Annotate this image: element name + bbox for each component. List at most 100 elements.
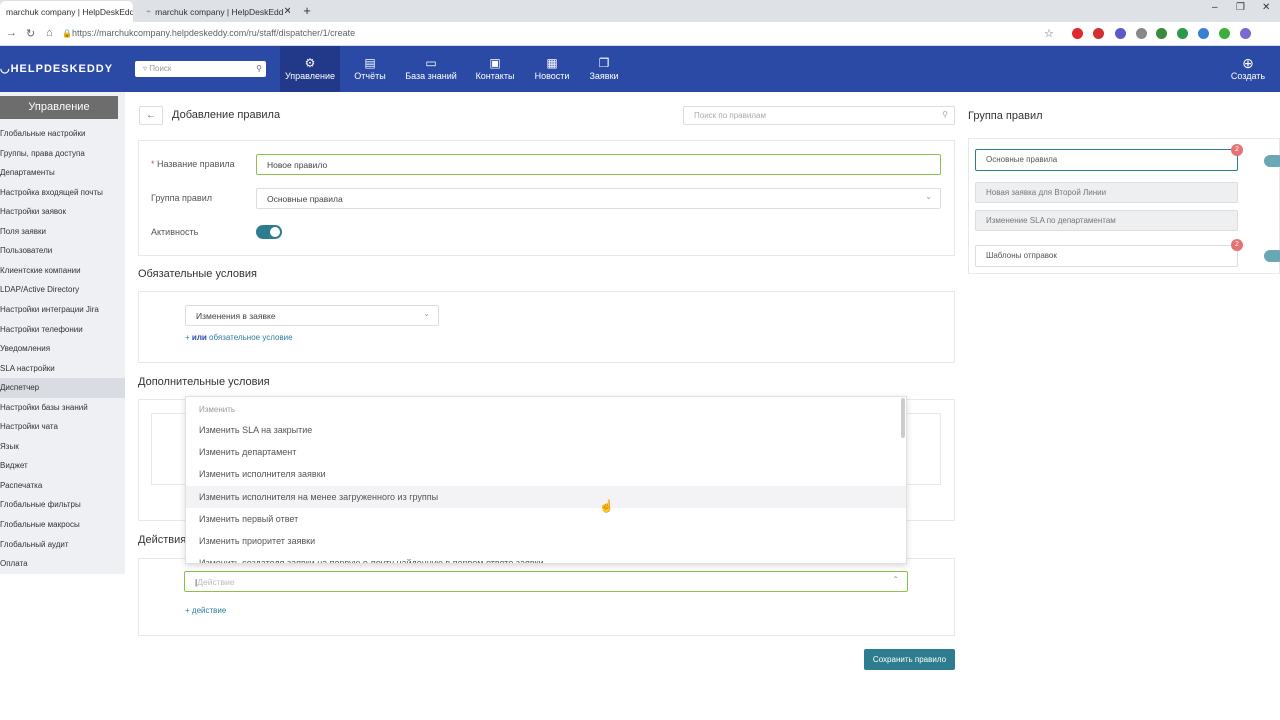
opera-icon[interactable] [1072, 28, 1083, 39]
dropdown-scrollbar[interactable] [901, 398, 905, 438]
hand-cursor-icon: ☝ [599, 499, 614, 513]
sidebar-item[interactable]: Глобальные макросы [0, 515, 125, 535]
home-icon[interactable]: ⌂ [46, 27, 53, 39]
rule-group-item[interactable]: Основные правила [975, 149, 1238, 171]
sidebar-item[interactable]: Настройка входящей почты [0, 183, 125, 203]
sidebar-item[interactable]: Оплата [0, 554, 125, 574]
action-select[interactable]: | Действие ⌃ [184, 571, 908, 592]
browser-tabbar: marchuk company | HelpDeskEdd ✕ ⌁ marchu… [0, 0, 1280, 22]
sidebar-item[interactable]: Группы, права доступа [0, 144, 125, 164]
sidebar-item[interactable]: Глобальные фильтры [0, 495, 125, 515]
browser-tab-2[interactable]: ⌁ marchuk company | HelpDeskEdd ✕ [140, 1, 290, 22]
active-toggle[interactable] [256, 225, 282, 239]
sidebar-item[interactable]: LDAP/Active Directory [0, 280, 125, 300]
save-rule-button[interactable]: Сохранить правило [864, 649, 955, 670]
rule-search-input[interactable]: Поиск по правилам ⚲ [683, 106, 955, 125]
nav-contacts[interactable]: ▣ Контакты [472, 46, 518, 92]
rule-name-label: * Название правила [151, 159, 235, 169]
close-window-icon[interactable]: ✕ [1262, 2, 1270, 13]
book-icon: ▭ [425, 56, 437, 70]
rule-groups-title: Группа правил [968, 110, 1043, 122]
extension-icon[interactable] [1198, 28, 1209, 39]
sidebar-item[interactable]: Диспетчер [0, 378, 125, 398]
browser-tab-1[interactable]: marchuk company | HelpDeskEdd ✕ [0, 1, 133, 22]
dropdown-option[interactable]: Изменить первый ответ [186, 508, 906, 530]
dropdown-option[interactable]: Изменить департамент [186, 441, 906, 463]
dropdown-option[interactable]: Изменить SLA на закрытие [186, 419, 906, 441]
new-tab-icon[interactable]: + [299, 3, 315, 19]
url-field[interactable]: https://marchukcompany.helpdeskeddy.com/… [72, 28, 355, 38]
dropdown-option[interactable]: Изменить создателя заявки на первую e-по… [186, 552, 906, 563]
dropdown-option[interactable]: Изменить исполнителя заявки [186, 463, 906, 485]
back-arrow-icon[interactable]: → [6, 27, 17, 39]
create-button[interactable]: ⊕ Создать [1228, 46, 1268, 92]
sidebar-item[interactable]: Уведомления [0, 339, 125, 359]
tab-title: marchuk company | HelpDeskEdd [155, 6, 284, 17]
sidebar-item[interactable]: Виджет [0, 456, 125, 476]
star-icon[interactable]: ☆ [1044, 27, 1054, 40]
nav-reports[interactable]: ▤ Отчёты [350, 46, 390, 92]
rule-group-item[interactable]: Шаблоны отправок [975, 245, 1238, 267]
sidebar-item[interactable]: Распечатка [0, 476, 125, 496]
extension-icon[interactable] [1177, 28, 1188, 39]
back-button[interactable]: ← [139, 106, 163, 125]
rule-group-subitem[interactable]: Изменение SLA по департаментам [975, 210, 1238, 231]
maximize-icon[interactable]: ❐ [1236, 2, 1245, 13]
nav-tickets[interactable]: ❐ Заявки [586, 46, 622, 92]
sidebar-item[interactable]: Поля заявки [0, 222, 125, 242]
nav-management[interactable]: ⚙ Управление [280, 46, 340, 92]
reload-icon[interactable]: ↻ [26, 27, 35, 40]
extension-icon[interactable] [1136, 28, 1147, 39]
lock-icon: 🔒 [62, 29, 72, 38]
dropdown-option[interactable]: Изменить приоритет заявки [186, 530, 906, 552]
sidebar-item[interactable]: Глобальные настройки [0, 124, 125, 144]
sidebar-header: Управление [0, 96, 118, 119]
rule-name-input[interactable]: Новое правило [256, 154, 941, 175]
nav-news[interactable]: ▦ Новости [531, 46, 573, 92]
search-icon[interactable]: ⚲ [256, 64, 262, 73]
action-dropdown: Изменить Изменить SLA на закрытие Изменит… [185, 396, 907, 564]
toggle-knob [270, 227, 280, 237]
rule-group-toggle[interactable] [1264, 250, 1280, 262]
dropdown-option[interactable]: Изменить исполнителя на менее загруженно… [186, 485, 906, 508]
logo[interactable]: ◡HELPDESKEDDY [0, 62, 113, 75]
chevron-up-icon: ⌃ [892, 575, 899, 584]
sidebar-item[interactable]: Настройки интеграции Jira [0, 300, 125, 320]
sidebar-item[interactable]: Глобальный аудит [0, 535, 125, 555]
sidebar-item[interactable]: Департаменты [0, 163, 125, 183]
sidebar-item[interactable]: SLA настройки [0, 359, 125, 379]
dropdown-group-label: Изменить [199, 405, 236, 414]
extra-conditions-title: Дополнительные условия [138, 376, 270, 388]
required-conditions-panel [138, 291, 955, 363]
add-action-link[interactable]: + действие [185, 606, 226, 615]
close-icon[interactable]: ✕ [283, 6, 290, 17]
adblock-icon[interactable] [1093, 28, 1104, 39]
rule-group-toggle[interactable] [1264, 155, 1280, 167]
rule-group-subitem[interactable]: Новая заявка для Второй Линии [975, 182, 1238, 203]
count-badge: 2 [1231, 144, 1243, 156]
address-bar: → ↻ ⌂ 🔒 https://marchukcompany.helpdeske… [0, 22, 1280, 46]
report-icon: ▤ [364, 56, 376, 70]
sidebar-item[interactable]: Язык [0, 437, 125, 457]
chevron-down-icon: ⌄ [925, 192, 932, 201]
required-conditions-title: Обязательные условия [138, 268, 257, 280]
extension-icon[interactable] [1219, 28, 1230, 39]
sidebar-item[interactable]: Настройки базы знаний [0, 398, 125, 418]
extension-icon[interactable] [1156, 28, 1167, 39]
plus-circle-icon: ⊕ [1242, 55, 1254, 71]
sidebar-item[interactable]: Пользователи [0, 241, 125, 261]
minimize-icon[interactable]: – [1212, 2, 1218, 13]
sidebar-item[interactable]: Настройки телефонии [0, 320, 125, 340]
condition-select[interactable]: Изменения в заявке ⌄ [185, 305, 439, 326]
rule-group-select[interactable]: Основные правила ⌄ [256, 188, 941, 209]
sidebar-item[interactable]: Клиентские компании [0, 261, 125, 281]
global-search-input[interactable]: ▿ Поиск ⚲ [135, 61, 266, 77]
extension-icon[interactable] [1115, 28, 1126, 39]
tab-icon: ⌁ [146, 6, 152, 16]
extension-icon[interactable] [1240, 28, 1251, 39]
nav-knowledge-base[interactable]: ▭ База знаний [402, 46, 460, 92]
add-required-condition-link[interactable]: + или обязательное условие [185, 333, 293, 342]
tab-title: marchuk company | HelpDeskEdd [6, 6, 133, 17]
sidebar-item[interactable]: Настройки чата [0, 417, 125, 437]
sidebar-item[interactable]: Настройки заявок [0, 202, 125, 222]
